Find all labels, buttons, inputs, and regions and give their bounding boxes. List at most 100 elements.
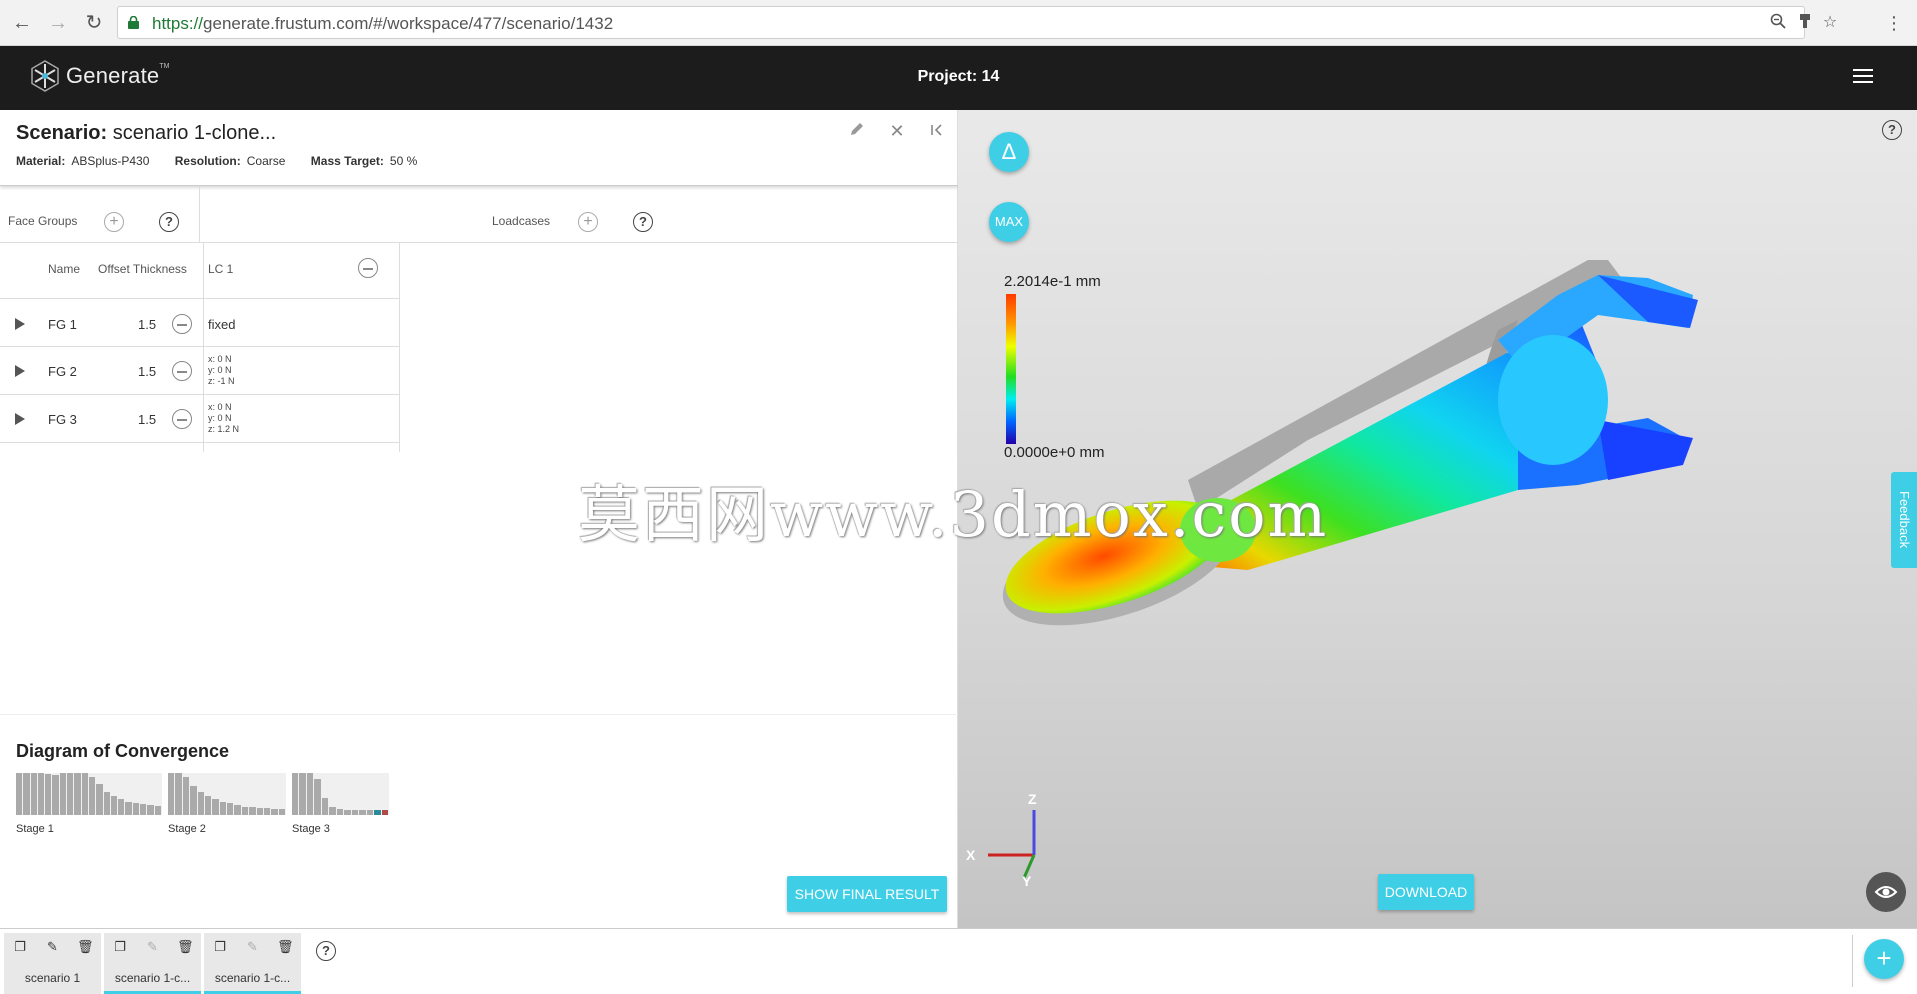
trash-icon[interactable]: 🗑: [277, 939, 294, 955]
edit-pencil-icon[interactable]: ✎: [45, 939, 61, 955]
back-arrow-icon[interactable]: ←: [8, 9, 36, 37]
forward-arrow-icon[interactable]: →: [44, 9, 72, 37]
expand-triangle-icon[interactable]: [15, 365, 25, 377]
convergence-bar: [227, 803, 234, 815]
expand-triangle-icon[interactable]: [15, 318, 25, 330]
add-loadcase-button[interactable]: +: [578, 212, 598, 232]
loadcases-label: Loadcases: [492, 214, 551, 228]
convergence-bar: [249, 807, 256, 815]
scenario-tab-label: scenario 1-c...: [214, 971, 291, 985]
address-bar[interactable]: https://generate.frustum.com/#/workspace…: [117, 6, 1837, 39]
stage-3: Stage 3: [292, 773, 389, 835]
remove-face-group-button[interactable]: [172, 361, 192, 381]
hamburger-menu-icon[interactable]: [1853, 69, 1873, 85]
col-lc1-header: LC 1: [208, 262, 234, 276]
remove-face-group-button[interactable]: [172, 314, 192, 334]
convergence-bar: [140, 804, 147, 815]
legend-max-value: 2.2014e-1 mm: [1004, 273, 1101, 290]
scenario-header: Scenario: scenario 1-clone... Material: A…: [0, 110, 958, 186]
close-icon[interactable]: ✕: [886, 120, 908, 142]
convergence-bar: [37, 773, 45, 815]
add-scenario-button[interactable]: +: [1864, 939, 1904, 979]
reload-icon[interactable]: ↻: [80, 9, 108, 37]
convergence-bar: [306, 773, 314, 815]
convergence-bar: [204, 796, 212, 815]
scenarios-help-icon[interactable]: ?: [316, 941, 336, 961]
legend-min-value: 0.0000e+0 mm: [1004, 444, 1105, 461]
convergence-bar: [45, 773, 52, 815]
eye-visibility-icon[interactable]: [1866, 872, 1906, 912]
loadcases-help-icon[interactable]: ?: [633, 212, 653, 232]
trash-icon[interactable]: 🗑: [177, 939, 194, 955]
convergence-bar: [67, 773, 74, 815]
loadcase-force[interactable]: x: 0 Ny: 0 Nz: 1.2 N: [208, 402, 239, 435]
stage-2-bars: [168, 773, 286, 815]
convergence-bar: [74, 773, 81, 815]
convergence-bar: [299, 773, 306, 815]
remove-face-group-button[interactable]: [172, 409, 192, 429]
convergence-bar: [374, 809, 381, 815]
app-header: Generate TM Project: 14: [0, 46, 1917, 110]
resolution-value: Coarse: [246, 154, 286, 168]
trash-icon[interactable]: 🗑: [77, 939, 94, 955]
convergence-bar: [321, 798, 329, 815]
fg-name: FG 3: [48, 412, 77, 427]
expand-triangle-icon[interactable]: [15, 413, 25, 425]
loadcase-force[interactable]: x: 0 Ny: 0 Nz: -1 N: [208, 354, 235, 387]
convergence-bar: [234, 804, 241, 815]
zoom-icon[interactable]: [1768, 13, 1788, 33]
convergence-bar: [110, 796, 118, 815]
browser-menu-icon[interactable]: ⋮: [1885, 10, 1903, 36]
scenario-tab-label: scenario 1: [24, 971, 81, 985]
fg-offset[interactable]: 1.5: [138, 364, 156, 379]
show-final-result-button[interactable]: SHOW FINAL RESULT: [787, 876, 947, 912]
convergence-bar: [88, 777, 96, 815]
stage-1: Stage 1: [16, 773, 162, 835]
col-offset-header: Offset Thickness: [98, 262, 187, 276]
stage-label: Stage 2: [168, 823, 206, 835]
convergence-bar: [212, 799, 219, 815]
axis-x-label: X: [966, 847, 976, 863]
extension-icon[interactable]: [1795, 13, 1815, 33]
col-name-header: Name: [48, 262, 81, 276]
collapse-panel-icon[interactable]: [926, 120, 948, 142]
stage-3-bars: [292, 773, 389, 815]
edit-pencil-icon[interactable]: [846, 120, 868, 142]
material-value: ABSplus-P430: [71, 154, 150, 168]
convergence-bar: [256, 808, 263, 815]
copy-icon[interactable]: ❐: [12, 939, 28, 955]
loadcase-value[interactable]: fixed: [208, 317, 235, 332]
stage-label: Stage 3: [292, 823, 330, 835]
scenario-tab[interactable]: ❐ ✎ 🗑 scenario 1: [4, 933, 101, 994]
fg-name: FG 1: [48, 317, 77, 332]
convergence-bar: [241, 806, 249, 815]
browser-chrome: ← → ↻ https://generate.frustum.com/#/wor…: [0, 0, 1917, 46]
remove-loadcase-button[interactable]: [358, 258, 378, 278]
edit-pencil-icon: ✎: [147, 939, 158, 954]
convergence-bar: [278, 808, 285, 815]
scenario-tab[interactable]: ❐ ✎ 🗑 scenario 1-c...: [104, 933, 201, 994]
add-face-group-button[interactable]: +: [104, 212, 124, 232]
fg-offset[interactable]: 1.5: [138, 317, 156, 332]
convergence-bar: [175, 773, 182, 815]
project-title: Project: 14: [917, 68, 1000, 85]
convergence-bar: [103, 791, 110, 815]
convergence-bar: [81, 773, 88, 815]
copy-icon[interactable]: ❐: [112, 939, 128, 955]
convergence-bar: [366, 809, 374, 815]
fg-offset[interactable]: 1.5: [138, 412, 156, 427]
scenario-tab[interactable]: ❐ ✎ 🗑 scenario 1-c...: [204, 933, 301, 994]
max-button[interactable]: MAX: [989, 202, 1029, 242]
download-button[interactable]: DOWNLOAD: [1378, 874, 1474, 910]
convergence-bar: [118, 799, 125, 815]
edit-pencil-icon: ✎: [247, 939, 258, 954]
feedback-tab[interactable]: Feedback: [1891, 472, 1917, 568]
convergence-bar: [96, 783, 103, 815]
url-text: https://generate.frustum.com/#/workspace…: [152, 14, 614, 33]
convergence-bar: [351, 809, 359, 815]
delta-button[interactable]: Δ: [989, 132, 1029, 172]
face-groups-help-icon[interactable]: ?: [159, 212, 179, 232]
viewer-help-icon[interactable]: ?: [1882, 120, 1902, 140]
copy-icon[interactable]: ❐: [212, 939, 228, 955]
bookmark-star-icon[interactable]: ☆: [1820, 13, 1840, 33]
